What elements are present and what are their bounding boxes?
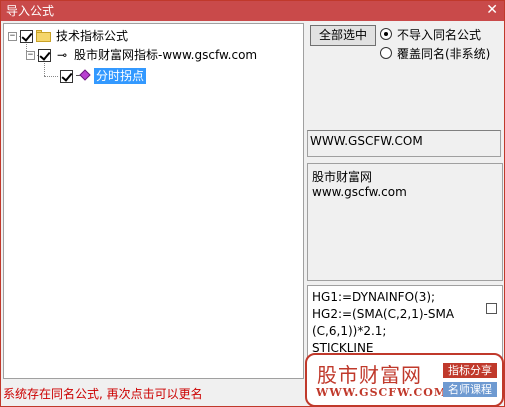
collapse-icon[interactable]: − bbox=[8, 31, 17, 41]
site-text: WWW.GSCFW.COM bbox=[310, 134, 423, 148]
description-line: www.gscfw.com bbox=[312, 185, 407, 199]
watermark-brand: 股市财富网 bbox=[317, 363, 422, 387]
watermark-tag: 指标分享 bbox=[443, 363, 497, 378]
tree-node-label: 技术指标公式 bbox=[56, 29, 129, 43]
radio-button[interactable] bbox=[380, 47, 392, 59]
radio-label: 不导入同名公式 bbox=[397, 27, 482, 42]
description-line: 股市财富网 bbox=[312, 170, 373, 184]
tree-node-root[interactable]: − 技术指标公式 bbox=[8, 28, 128, 44]
code-checkbox[interactable] bbox=[486, 303, 497, 314]
code-line: HG2:=(SMA(C,2,1)-SMA bbox=[312, 307, 455, 321]
close-icon[interactable]: ✕ bbox=[486, 2, 498, 18]
group-checkbox[interactable] bbox=[38, 48, 51, 62]
tree-node-group[interactable]: − ⊸ 股市财富网指标-www.gscfw.com bbox=[26, 47, 257, 63]
window-title: 导入公式 bbox=[6, 4, 55, 18]
description-box: 股市财富网 www.gscfw.com bbox=[307, 163, 503, 281]
tree-connector bbox=[44, 76, 58, 77]
status-message: 系统存在同名公式, 再次点击可以更名 bbox=[3, 387, 203, 401]
site-field: WWW.GSCFW.COM bbox=[307, 130, 501, 157]
title-bar: 导入公式 ✕ bbox=[1, 1, 504, 21]
watermark-tag: 名师课程 bbox=[443, 382, 497, 397]
formula-icon bbox=[76, 69, 91, 82]
radio-label: 覆盖同名(非系统) bbox=[397, 46, 491, 61]
key-icon: ⊸ bbox=[56, 48, 68, 62]
select-all-button[interactable]: 全部选中 bbox=[310, 25, 376, 46]
folder-icon bbox=[36, 30, 52, 42]
import-formula-dialog: 导入公式 ✕ − 技术指标公式 − ⊸ 股市财富网指标-www.gscfw.co… bbox=[0, 0, 505, 407]
code-line: HG1:=DYNAINFO(3); bbox=[312, 290, 436, 304]
watermark-logo: 股市财富网 WWW.GSCFW.COM 指标分享 名师课程 bbox=[305, 353, 504, 407]
radio-overwrite[interactable]: 覆盖同名(非系统) bbox=[380, 45, 490, 61]
root-checkbox[interactable] bbox=[20, 29, 33, 43]
formula-tree[interactable]: − 技术指标公式 − ⊸ 股市财富网指标-www.gscfw.com 分时拐点 bbox=[3, 23, 304, 379]
radio-skip-duplicates[interactable]: 不导入同名公式 bbox=[380, 26, 481, 42]
item-checkbox[interactable] bbox=[60, 69, 73, 83]
tree-node-label: 股市财富网指标-www.gscfw.com bbox=[74, 48, 258, 62]
tree-node-item[interactable]: 分时拐点 bbox=[60, 68, 147, 84]
collapse-icon[interactable]: − bbox=[26, 50, 35, 60]
tree-node-label: 分时拐点 bbox=[94, 68, 147, 84]
watermark-url: WWW.GSCFW.COM bbox=[316, 386, 448, 399]
code-line: (C,6,1))*2.1; bbox=[312, 324, 387, 338]
radio-button[interactable] bbox=[380, 28, 392, 40]
